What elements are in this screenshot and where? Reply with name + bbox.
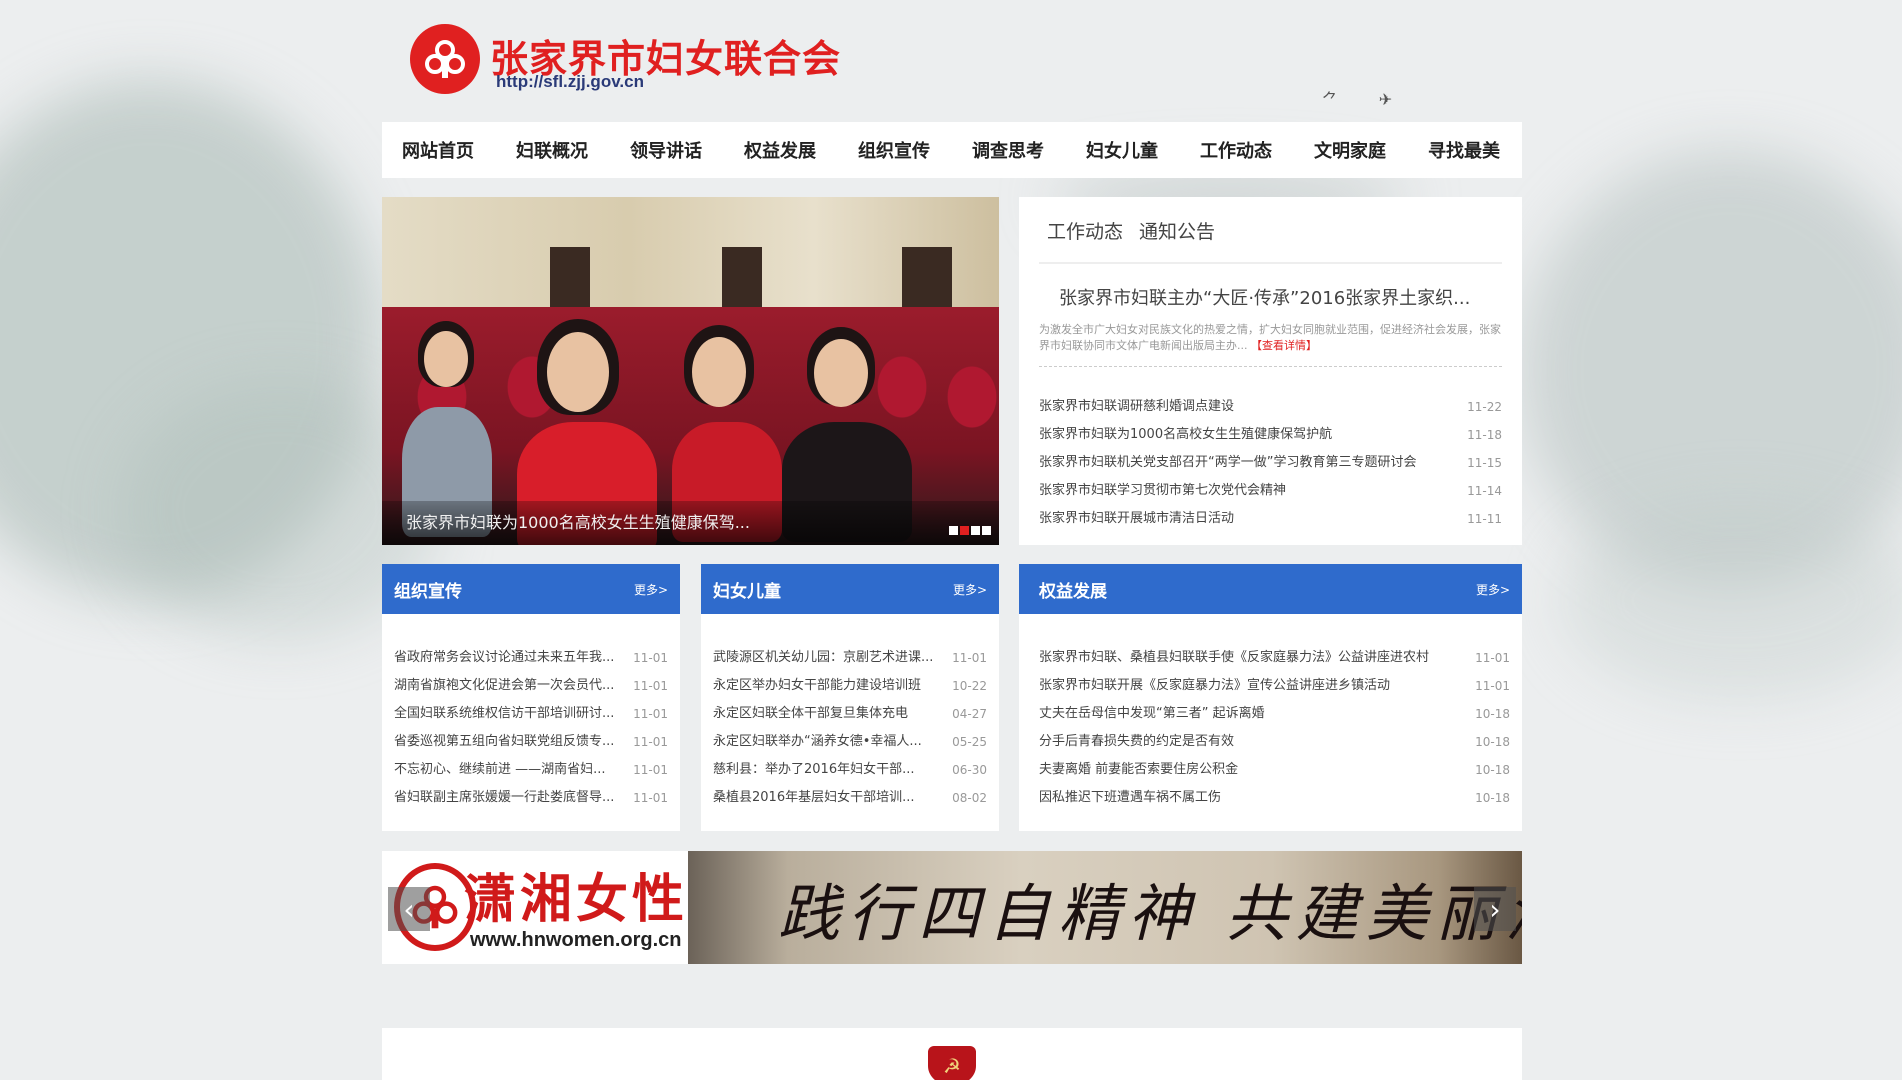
news-summary: 为激发全市广大妇女对民族文化的热爱之情，扩大妇女同胞就业范围，促进经济社会发展，… bbox=[1039, 322, 1502, 367]
news-headline[interactable]: 张家界市妇联主办“大匠·传承”2016张家界土家织... bbox=[1059, 284, 1502, 310]
list-item[interactable]: 夫妻离婚 前妻能否索要住房公积金 10-18 bbox=[1039, 756, 1510, 784]
list-item[interactable]: 省政府常务会议讨论通过未来五年我... 11-01 bbox=[394, 644, 668, 672]
tab-notices[interactable]: 通知公告 bbox=[1139, 217, 1215, 244]
column-rights: 权益发展 更多> 张家界市妇联、桑植县妇联联手使《反家庭暴力法》公益讲座进农村 1… bbox=[1019, 564, 1522, 831]
nav-item-find-best[interactable]: 寻找最美 bbox=[1428, 137, 1500, 163]
slide-dot[interactable] bbox=[949, 526, 958, 535]
list-item[interactable]: 丈夫在岳母信中发现“第三者” 起诉离婚 10-18 bbox=[1039, 700, 1510, 728]
nav-item-civilized-family[interactable]: 文明家庭 bbox=[1314, 137, 1386, 163]
nav-item-overview[interactable]: 妇联概况 bbox=[516, 137, 588, 163]
slide-indicators bbox=[949, 526, 991, 535]
slide-dot[interactable] bbox=[971, 526, 980, 535]
slide-caption[interactable]: 张家界市妇联为1000名高校女生生殖健康保驾... bbox=[406, 509, 750, 533]
site-header: 张家界市妇女联合会 http://sfl.zjj.gov.cn ⺈ ✈ bbox=[382, 0, 1522, 122]
list-item[interactable]: 因私推迟下班遭遇车祸不属工伤 10-18 bbox=[1039, 784, 1510, 812]
footer-section: ☭ bbox=[382, 1028, 1522, 1080]
nav-item-research[interactable]: 调查思考 bbox=[972, 137, 1044, 163]
banner-slogan: 践行四自精神 共建美丽湖南 bbox=[778, 877, 1522, 950]
list-item[interactable]: 张家界市妇联开展《反家庭暴力法》宣传公益讲座进乡镇活动 11-01 bbox=[1039, 672, 1510, 700]
list-item[interactable]: 永定区妇联举办“涵养女德•幸福人... 05-25 bbox=[713, 728, 987, 756]
list-item[interactable]: 不忘初心、继续前进 ——湖南省妇... 11-01 bbox=[394, 756, 668, 784]
site-url: http://sfl.zjj.gov.cn bbox=[496, 72, 644, 91]
banner-next-arrow-icon[interactable]: › bbox=[1474, 887, 1516, 931]
list-item[interactable]: 张家界市妇联调研慈利婚调点建设 11-22 bbox=[1039, 393, 1502, 421]
birds-decoration-icon: ⺈ ✈ bbox=[1322, 90, 1393, 109]
nav-item-rights[interactable]: 权益发展 bbox=[744, 137, 816, 163]
main-nav: 网站首页 妇联概况 领导讲话 权益发展 组织宣传 调查思考 妇女儿童 工作动态 … bbox=[382, 122, 1522, 178]
column-publicity: 组织宣传 更多> 省政府常务会议讨论通过未来五年我... 11-01 湖南省旗袍文… bbox=[382, 564, 680, 831]
more-link[interactable]: 更多> bbox=[634, 581, 668, 598]
news-tabs: 工作动态 通知公告 bbox=[1039, 197, 1502, 264]
list-item[interactable]: 武陵源区机关幼儿园：京剧艺术进课... 11-01 bbox=[713, 644, 987, 672]
list-item[interactable]: 桑植县2016年基层妇女干部培训... 08-02 bbox=[713, 784, 987, 812]
list-item[interactable]: 慈利县：举办了2016年妇女干部... 06-30 bbox=[713, 756, 987, 784]
list-item[interactable]: 省妇联副主席张媛媛一行赴娄底督导... 11-01 bbox=[394, 784, 668, 812]
list-item[interactable]: 张家界市妇联、桑植县妇联联手使《反家庭暴力法》公益讲座进农村 11-01 bbox=[1039, 644, 1510, 672]
list-item[interactable]: 湖南省旗袍文化促进会第一次会员代... 11-01 bbox=[394, 672, 668, 700]
list-item[interactable]: 张家界市妇联学习贯彻市第七次党代会精神 11-14 bbox=[1039, 477, 1502, 505]
column-title[interactable]: 妇女儿童 bbox=[713, 577, 781, 602]
column-title[interactable]: 权益发展 bbox=[1039, 577, 1107, 602]
column-list: 武陵源区机关幼儿园：京剧艺术进课... 11-01 永定区举办妇女干部能力建设培训… bbox=[701, 614, 999, 812]
womens-federation-emblem-icon[interactable] bbox=[410, 24, 480, 94]
news-summary-more-link[interactable]: 【查看详情】 bbox=[1251, 339, 1317, 352]
photo-slider[interactable]: 张家界市妇联为1000名高校女生生殖健康保驾... bbox=[382, 197, 999, 545]
nav-item-home[interactable]: 网站首页 bbox=[402, 137, 474, 163]
banner-prev-arrow-icon[interactable]: ‹ bbox=[388, 887, 430, 931]
hnwomen-banner[interactable]: 潇湘女性网 www.hnwomen.org.cn 践行四自精神 共建美丽湖南 ‹… bbox=[382, 851, 1522, 964]
list-item[interactable]: 全国妇联系统维权信访干部培训研讨... 11-01 bbox=[394, 700, 668, 728]
banner-slogan-area: 践行四自精神 共建美丽湖南 bbox=[688, 851, 1522, 964]
nav-item-women-children[interactable]: 妇女儿童 bbox=[1086, 137, 1158, 163]
more-link[interactable]: 更多> bbox=[953, 581, 987, 598]
banner-site-url: www.hnwomen.org.cn bbox=[470, 929, 682, 951]
list-item[interactable]: 张家界市妇联机关党支部召开“两学一做”学习教育第三专题研讨会 11-15 bbox=[1039, 449, 1502, 477]
slide-dot[interactable] bbox=[982, 526, 991, 535]
nav-item-publicity[interactable]: 组织宣传 bbox=[858, 137, 930, 163]
column-header: 组织宣传 更多> bbox=[382, 564, 680, 614]
nav-item-speeches[interactable]: 领导讲话 bbox=[630, 137, 702, 163]
party-emblem-icon: ☭ bbox=[928, 1046, 976, 1080]
nav-item-work-news[interactable]: 工作动态 bbox=[1200, 137, 1272, 163]
page-container: 张家界市妇女联合会 http://sfl.zjj.gov.cn ⺈ ✈ 网站首页… bbox=[382, 0, 1522, 1080]
list-item[interactable]: 张家界市妇联为1000名高校女生生殖健康保驾护航 11-18 bbox=[1039, 421, 1502, 449]
column-women-children: 妇女儿童 更多> 武陵源区机关幼儿园：京剧艺术进课... 11-01 永定区举办妇… bbox=[701, 564, 999, 831]
slide-dot-active[interactable] bbox=[960, 526, 969, 535]
news-list: 张家界市妇联调研慈利婚调点建设 11-22 张家界市妇联为1000名高校女生生殖健… bbox=[1039, 393, 1502, 533]
list-item[interactable]: 分手后青春损失费的约定是否有效 10-18 bbox=[1039, 728, 1510, 756]
list-item[interactable]: 永定区妇联全体干部复旦集体充电 04-27 bbox=[713, 700, 987, 728]
column-header: 妇女儿童 更多> bbox=[701, 564, 999, 614]
more-link[interactable]: 更多> bbox=[1476, 581, 1510, 598]
column-list: 省政府常务会议讨论通过未来五年我... 11-01 湖南省旗袍文化促进会第一次会员… bbox=[382, 614, 680, 812]
list-item[interactable]: 张家界市妇联开展城市清洁日活动 11-11 bbox=[1039, 505, 1502, 533]
column-list: 张家界市妇联、桑植县妇联联手使《反家庭暴力法》公益讲座进农村 11-01 张家界市… bbox=[1019, 614, 1522, 812]
list-item[interactable]: 永定区举办妇女干部能力建设培训班 10-22 bbox=[713, 672, 987, 700]
news-panel: 工作动态 通知公告 张家界市妇联主办“大匠·传承”2016张家界土家织... 为… bbox=[1019, 197, 1522, 545]
column-header: 权益发展 更多> bbox=[1019, 564, 1522, 614]
tab-work-news[interactable]: 工作动态 bbox=[1047, 217, 1123, 244]
column-title[interactable]: 组织宣传 bbox=[394, 577, 462, 602]
list-item[interactable]: 省委巡视第五组向省妇联党组反馈专... 11-01 bbox=[394, 728, 668, 756]
